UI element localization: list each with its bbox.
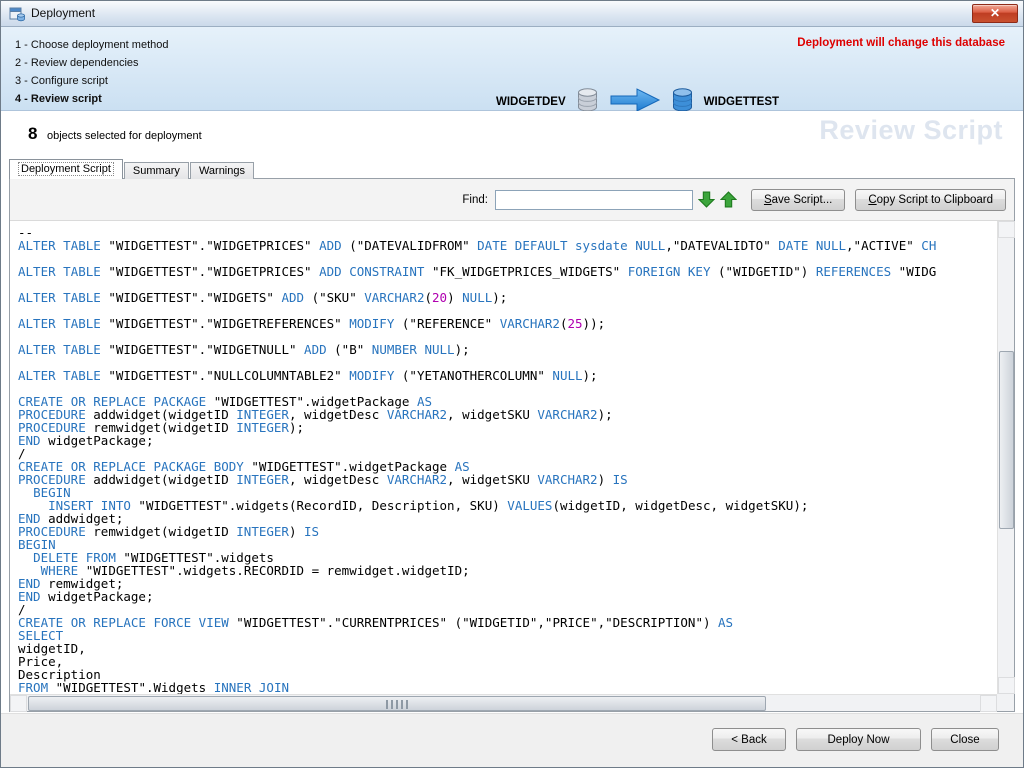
deploy-now-button[interactable]: Deploy Now [796, 728, 921, 751]
titlebar: Deployment ✕ [1, 1, 1023, 27]
vertical-scrollbar-thumb[interactable] [999, 351, 1014, 529]
scrollbar-corner [997, 694, 1014, 711]
script-line: WHERE "WIDGETTEST".widgets.RECORDID = re… [18, 564, 997, 577]
wizard-step-4: 4 - Review script [15, 90, 168, 108]
script-toolbar: Find: Save Script... Copy Script to Clip… [10, 179, 1014, 221]
close-icon: ✕ [990, 6, 1000, 20]
tab-summary[interactable]: Summary [124, 162, 189, 179]
script-line: ALTER TABLE "WIDGETTEST"."NULLCOLUMNTABL… [18, 369, 997, 382]
scroll-left-icon[interactable] [10, 695, 27, 712]
script-line: CREATE OR REPLACE FORCE VIEW "WIDGETTEST… [18, 616, 997, 629]
deployment-window: Deployment ✕ 1 - Choose deployment metho… [0, 0, 1024, 768]
wizard-step-2: 2 - Review dependencies [15, 54, 168, 72]
app-icon [9, 6, 25, 22]
wizard-step-1: 1 - Choose deployment method [15, 36, 168, 54]
horizontal-scrollbar-thumb[interactable] [28, 696, 766, 711]
scroll-right-icon[interactable] [980, 695, 997, 712]
scroll-down-icon[interactable] [998, 677, 1015, 694]
script-line: PROCEDURE remwidget(widgetID INTEGER) IS [18, 525, 997, 538]
tab-deployment-script[interactable]: Deployment Script [9, 159, 123, 179]
script-panel: Find: Save Script... Copy Script to Clip… [9, 178, 1015, 712]
script-line: END widgetPackage; [18, 434, 997, 447]
source-database-label: WIDGETDEV [496, 96, 566, 108]
close-button[interactable]: ✕ [972, 4, 1018, 23]
horizontal-scrollbar[interactable] [10, 694, 997, 711]
review-script-watermark: Review Script [819, 115, 1003, 146]
wizard-steps: 1 - Choose deployment method2 - Review d… [15, 36, 168, 108]
sql-script-view[interactable]: --ALTER TABLE "WIDGETTEST"."WIDGETPRICES… [10, 221, 997, 694]
scroll-up-icon[interactable] [998, 221, 1015, 238]
wizard-header: 1 - Choose deployment method2 - Review d… [1, 27, 1023, 111]
close-dialog-button[interactable]: Close [931, 728, 999, 751]
subheader: 8 objects selected for deployment Review… [1, 111, 1023, 158]
deployment-warning: Deployment will change this database [797, 37, 1005, 49]
object-count: 8 [28, 124, 37, 144]
object-count-label: objects selected for deployment [47, 130, 202, 142]
scrollbar-grip [386, 700, 408, 709]
script-line: SELECT [18, 629, 997, 642]
script-line: Price, [18, 655, 997, 668]
script-line: ALTER TABLE "WIDGETTEST"."WIDGETPRICES" … [18, 265, 997, 278]
find-next-icon[interactable] [698, 191, 715, 208]
find-input[interactable] [495, 190, 693, 210]
script-line: ALTER TABLE "WIDGETTEST"."WIDGETS" ADD (… [18, 291, 997, 304]
find-previous-icon[interactable] [720, 191, 737, 208]
window-title: Deployment [31, 1, 95, 26]
vertical-scrollbar[interactable] [997, 221, 1014, 694]
script-line: END remwidget; [18, 577, 997, 590]
script-line: ALTER TABLE "WIDGETTEST"."WIDGETPRICES" … [18, 239, 997, 252]
wizard-step-3: 3 - Configure script [15, 72, 168, 90]
script-line: ALTER TABLE "WIDGETTEST"."WIDGETREFERENC… [18, 317, 997, 330]
copy-script-button[interactable]: Copy Script to Clipboard [855, 189, 1006, 211]
script-line: PROCEDURE addwidget(widgetID INTEGER, wi… [18, 473, 997, 486]
tab-strip: Deployment Script Summary Warnings [9, 159, 255, 179]
tab-label: Summary [133, 165, 180, 177]
save-script-button[interactable]: Save Script... [751, 189, 845, 211]
find-label: Find: [462, 194, 488, 206]
back-button[interactable]: < Back [712, 728, 786, 751]
script-line: PROCEDURE remwidget(widgetID INTEGER); [18, 421, 997, 434]
script-line: widgetID, [18, 642, 997, 655]
tab-label: Deployment Script [18, 162, 114, 176]
script-line: ALTER TABLE "WIDGETTEST"."WIDGETNULL" AD… [18, 343, 997, 356]
script-line: END widgetPackage; [18, 590, 997, 603]
script-line: INSERT INTO "WIDGETTEST".widgets(RecordI… [18, 499, 997, 512]
footer-bar: < Back Deploy Now Close [1, 713, 1023, 767]
tab-warnings[interactable]: Warnings [190, 162, 254, 179]
target-database-label: WIDGETTEST [704, 96, 779, 108]
tab-label: Warnings [199, 165, 245, 177]
